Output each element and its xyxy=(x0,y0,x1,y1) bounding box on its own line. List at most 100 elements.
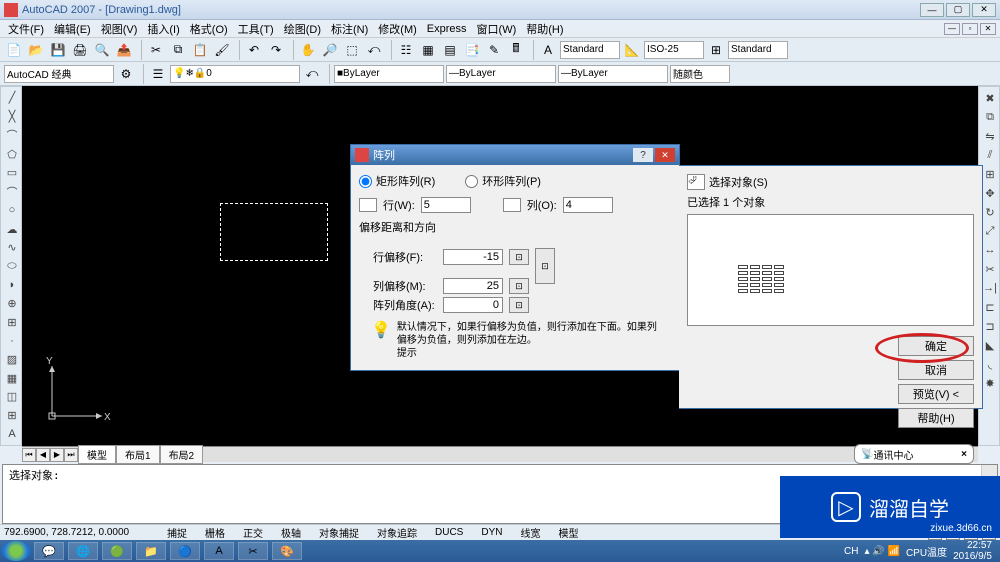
coords-display[interactable]: 792.6900, 728.7212, 0.0000 xyxy=(4,527,154,538)
lineweight-dropdown[interactable]: — ByLayer xyxy=(558,65,668,83)
workspace-dropdown[interactable]: AutoCAD 经典 xyxy=(4,65,114,83)
mirror-icon[interactable]: ⇋ xyxy=(981,127,999,145)
taskbar-app-chrome[interactable]: 🌐 xyxy=(68,542,98,560)
tab-model[interactable]: 模型 xyxy=(78,445,116,464)
fillet-icon[interactable]: ◟ xyxy=(981,355,999,373)
doc-restore[interactable]: ▫ xyxy=(962,23,978,35)
trim-icon[interactable]: ✂ xyxy=(981,260,999,278)
region-icon[interactable]: ◫ xyxy=(3,388,21,406)
comm-close-button[interactable]: × xyxy=(961,449,967,460)
insert-block-icon[interactable]: ⊕ xyxy=(3,295,21,313)
menu-insert[interactable]: 插入(I) xyxy=(143,20,183,38)
dimstyle-dropdown[interactable]: ISO-25 xyxy=(644,41,704,59)
rotate-icon[interactable]: ↻ xyxy=(981,203,999,221)
tablestyle-icon[interactable]: ⊞ xyxy=(706,40,726,60)
new-icon[interactable]: 📄 xyxy=(4,40,24,60)
make-block-icon[interactable]: ⊞ xyxy=(3,313,21,331)
revcloud-icon[interactable]: ☁ xyxy=(3,220,21,238)
tray-icons[interactable]: ▴ 🔊 📶 xyxy=(864,546,899,557)
paste-icon[interactable]: 📋 xyxy=(190,40,210,60)
erase-icon[interactable]: ✖ xyxy=(981,89,999,107)
cols-input[interactable] xyxy=(563,197,613,213)
zoom-window-icon[interactable]: ⬚ xyxy=(342,40,362,60)
snap-toggle[interactable]: 捕捉 xyxy=(162,524,192,541)
break-icon[interactable]: ⊏ xyxy=(981,298,999,316)
doc-close[interactable]: ✕ xyxy=(980,23,996,35)
offset-icon[interactable]: ⫽ xyxy=(981,146,999,164)
row-offset-input[interactable] xyxy=(443,249,503,265)
menu-modify[interactable]: 修改(M) xyxy=(374,20,421,38)
zoom-prev-icon[interactable]: ⤺ xyxy=(364,40,384,60)
polar-toggle[interactable]: 极轴 xyxy=(276,524,306,541)
both-offset-pick-button[interactable]: ⊡ xyxy=(535,248,555,284)
minimize-button[interactable]: — xyxy=(920,3,944,17)
grid-toggle[interactable]: 栅格 xyxy=(200,524,230,541)
dialog-help-button[interactable]: ? xyxy=(633,148,653,162)
lwt-toggle[interactable]: 线宽 xyxy=(515,524,545,541)
preview-icon[interactable]: 🔍 xyxy=(92,40,112,60)
color-dropdown[interactable]: ■ ByLayer xyxy=(334,65,444,83)
redo-icon[interactable]: ↷ xyxy=(266,40,286,60)
rows-input[interactable] xyxy=(421,197,471,213)
tab-layout2[interactable]: 布局2 xyxy=(160,445,204,464)
menu-express[interactable]: Express xyxy=(423,22,471,36)
ok-button[interactable]: 确定 xyxy=(898,336,974,356)
preview-button[interactable]: 预览(V) < xyxy=(898,384,974,404)
tab-next-button[interactable]: ▶ xyxy=(50,448,64,462)
tab-first-button[interactable]: ⏮ xyxy=(22,448,36,462)
clock-time[interactable]: 22:57 xyxy=(953,540,992,551)
open-icon[interactable]: 📂 xyxy=(26,40,46,60)
taskbar-app-wechat[interactable]: 💬 xyxy=(34,542,64,560)
linetype-dropdown[interactable]: — ByLayer xyxy=(446,65,556,83)
menu-format[interactable]: 格式(O) xyxy=(186,20,232,38)
select-objects-pick-button[interactable]: ⮰ xyxy=(687,174,705,190)
pan-icon[interactable]: ✋ xyxy=(298,40,318,60)
polyline-icon[interactable]: ⌒ xyxy=(3,126,21,144)
zoom-icon[interactable]: 🔎 xyxy=(320,40,340,60)
cancel-button[interactable]: 取消 xyxy=(898,360,974,380)
col-offset-pick-button[interactable]: ⊡ xyxy=(509,278,529,294)
circle-icon[interactable]: ○ xyxy=(3,202,21,220)
menu-help[interactable]: 帮助(H) xyxy=(522,20,567,38)
sheetset-icon[interactable]: 📑 xyxy=(462,40,482,60)
angle-pick-button[interactable]: ⊡ xyxy=(509,297,529,313)
dyn-toggle[interactable]: DYN xyxy=(476,526,507,539)
menu-draw[interactable]: 绘图(D) xyxy=(280,20,325,38)
line-icon[interactable]: ╱ xyxy=(3,89,21,107)
mtext-icon[interactable]: A xyxy=(3,425,21,443)
col-offset-input[interactable] xyxy=(443,278,503,294)
taskbar-app-snip[interactable]: ✂ xyxy=(238,542,268,560)
menu-tools[interactable]: 工具(T) xyxy=(234,20,278,38)
ellipse-icon[interactable]: ⬭ xyxy=(3,257,21,275)
taskbar-app-autocad[interactable]: A xyxy=(204,542,234,560)
taskbar-app-explorer[interactable]: 📁 xyxy=(136,542,166,560)
join-icon[interactable]: ⊐ xyxy=(981,317,999,335)
menu-edit[interactable]: 编辑(E) xyxy=(50,20,95,38)
menu-dimension[interactable]: 标注(N) xyxy=(327,20,372,38)
ducs-toggle[interactable]: DUCS xyxy=(430,526,468,539)
designcenter-icon[interactable]: ▦ xyxy=(418,40,438,60)
table-icon[interactable]: ⊞ xyxy=(3,407,21,425)
chamfer-icon[interactable]: ◣ xyxy=(981,336,999,354)
taskbar-app-baidu[interactable]: 🔵 xyxy=(170,542,200,560)
dialog-titlebar[interactable]: 阵列 ? ✕ xyxy=(351,145,679,165)
undo-icon[interactable]: ↶ xyxy=(244,40,264,60)
polar-array-radio[interactable]: 环形阵列(P) xyxy=(465,173,541,189)
start-button[interactable] xyxy=(2,541,30,561)
point-icon[interactable]: · xyxy=(3,332,21,350)
array-icon[interactable]: ⊞ xyxy=(981,165,999,183)
textstyle-dropdown[interactable]: Standard xyxy=(560,41,620,59)
angle-input[interactable] xyxy=(443,297,503,313)
rect-array-radio[interactable]: 矩形阵列(R) xyxy=(359,173,435,189)
stretch-icon[interactable]: ↔ xyxy=(981,241,999,259)
tab-last-button[interactable]: ⏭ xyxy=(64,448,78,462)
matchprop-icon[interactable]: 🖌 xyxy=(212,40,232,60)
tab-prev-button[interactable]: ◀ xyxy=(36,448,50,462)
calc-icon[interactable]: 🖩 xyxy=(506,40,526,60)
maximize-button[interactable]: ▢ xyxy=(946,3,970,17)
ortho-toggle[interactable]: 正交 xyxy=(238,524,268,541)
move-icon[interactable]: ✥ xyxy=(981,184,999,202)
workspace-settings-icon[interactable]: ⚙ xyxy=(116,64,136,84)
copy-icon[interactable]: ⧉ xyxy=(168,40,188,60)
dimstyle-icon[interactable]: 📐 xyxy=(622,40,642,60)
